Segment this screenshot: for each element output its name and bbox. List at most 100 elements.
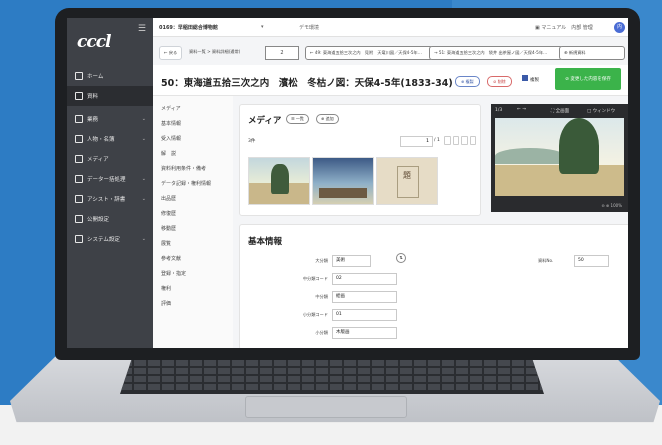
- field-row: 中分類コード: [302, 276, 328, 281]
- media-list-button[interactable]: ☰ 一覧: [286, 114, 309, 124]
- org-dropdown-icon[interactable]: ▾: [261, 24, 264, 30]
- section-link-movement[interactable]: 移動歴: [153, 222, 233, 237]
- field-minor-code[interactable]: 01: [332, 309, 397, 321]
- save-changes-button[interactable]: ⊘ 変更した内容を保存: [555, 68, 621, 90]
- media-count: 3件: [248, 139, 256, 144]
- sidebar-item-operations[interactable]: 業務 ⌄: [67, 109, 153, 129]
- sidebar-item-system[interactable]: システム設定 ⌄: [67, 229, 153, 249]
- sidebar-item-label: ホーム: [87, 74, 104, 80]
- chevron-down-icon: ⌄: [141, 136, 146, 142]
- back-button[interactable]: ← 戻る: [159, 46, 183, 60]
- sidebar-item-publish[interactable]: 公開設定: [67, 209, 153, 229]
- field-middle-category[interactable]: 絵画: [332, 291, 397, 303]
- page-input[interactable]: 1: [400, 136, 433, 147]
- gear-icon: [75, 235, 83, 243]
- record-toolbar: ← 戻る 資料一覧 > 資料詳細(通常) 2 ← 49: 東海道五拾三次之内 見…: [153, 44, 628, 62]
- chevron-down-icon: ⌄: [141, 196, 146, 202]
- chevron-down-icon: ⌄: [141, 176, 146, 182]
- manual-link[interactable]: ▣ マニュアル 内部 管理: [535, 24, 593, 31]
- fullscreen-button[interactable]: ⛶ 全画面: [551, 108, 569, 114]
- dictionary-icon: [75, 195, 83, 203]
- section-link-showings[interactable]: 展覧: [153, 237, 233, 252]
- sidebar-item-label: 資料: [87, 94, 99, 100]
- viewer-image[interactable]: [495, 118, 624, 196]
- section-link-rights2[interactable]: 権利: [153, 282, 233, 297]
- sidebar-item-assist[interactable]: アシスト・辞書 ⌄: [67, 189, 153, 209]
- media-thumbnail[interactable]: [312, 157, 374, 205]
- material-number-field[interactable]: 50: [574, 255, 609, 267]
- section-link-description[interactable]: 解 説: [153, 147, 233, 162]
- media-panel: メディア ☰ 一覧 ⊕ 追加 3件 1 / 1 題: [239, 104, 481, 216]
- material-number-label: 資料No.: [538, 258, 554, 263]
- copy-button[interactable]: ⊕ 複製: [455, 76, 480, 87]
- menu-icon[interactable]: ☰: [138, 24, 146, 34]
- sidebar-item-people[interactable]: 人物・名簿 ⌄: [67, 129, 153, 149]
- section-link-evaluation[interactable]: 評価: [153, 297, 233, 312]
- section-link-rights[interactable]: データ記録・権利情報: [153, 177, 233, 192]
- image-viewer: 1/3 ← → ⛶ 全画面 □ ウィンドウ ⊖ ⊕ 100%: [491, 104, 628, 212]
- record-number-input[interactable]: 2: [265, 46, 299, 60]
- section-nav: メディア 基本情報 受入情報 解 説 資料利用条件・備考 データ記録・権利情報 …: [153, 96, 233, 348]
- field-row: 小分類: [315, 330, 328, 335]
- clipboard-icon: [75, 115, 83, 123]
- sidebar-item-label: データー括処理: [87, 177, 126, 183]
- batch-icon: [75, 175, 83, 183]
- keyboard: [120, 356, 544, 394]
- delete-button[interactable]: ⊘ 削除: [487, 76, 512, 87]
- viewer-nav-arrows[interactable]: ← →: [517, 107, 526, 112]
- sidebar-item-label: 公開設定: [87, 217, 110, 223]
- sidebar-item-label: アシスト・辞書: [87, 197, 126, 203]
- section-link-exhibitions[interactable]: 出品歴: [153, 192, 233, 207]
- viewer-toolbar: 1/3 ← → ⛶ 全画面 □ ウィンドウ: [491, 104, 628, 116]
- top-bar: 0169：早稲田総合博物館 ▾ デモ環境 ▣ マニュアル 内部 管理 内: [153, 18, 628, 37]
- zoom-controls[interactable]: ⊖ ⊕ 100%: [601, 203, 622, 208]
- section-link-references[interactable]: 参考文献: [153, 252, 233, 267]
- record-header: 50：東海道五拾三次之内 濱松 冬枯ノ図：天保4-5年(1833-34) ⊕ 複…: [153, 65, 628, 96]
- field-middle-code[interactable]: 02: [332, 273, 397, 285]
- basic-info-heading: 基本情報: [248, 237, 283, 247]
- prev-record-button[interactable]: ← 49: 東海道五拾三次之内 見附 天竜川図／天保4-5年…: [305, 46, 433, 60]
- sidebar-item-label: メディア: [87, 157, 109, 163]
- people-icon: [75, 135, 83, 143]
- sidebar-item-label: 業務: [87, 117, 99, 123]
- chevron-down-icon: ⌄: [141, 236, 146, 242]
- breadcrumb[interactable]: 資料一覧 > 資料詳細(通常): [185, 46, 244, 58]
- window-button[interactable]: □ ウィンドウ: [587, 108, 615, 114]
- link-icon[interactable]: ⇅: [396, 253, 406, 263]
- section-link-acquisition[interactable]: 受入情報: [153, 132, 233, 147]
- environment-label: デモ環境: [299, 25, 320, 31]
- next-record-button[interactable]: → 51: 東海道五拾三次之内 袋井 出茶屋ノ図／天保4-5年…: [429, 46, 563, 60]
- pagination-controls[interactable]: [444, 136, 476, 145]
- app-logo[interactable]: cccl: [77, 32, 112, 52]
- section-link-usage[interactable]: 資料利用条件・備考: [153, 162, 233, 177]
- viewer-footer: ⊖ ⊕ 100%: [491, 200, 628, 212]
- app-screen: cccl ☰ ホーム 資料 業務 ⌄ 人物・名簿 ⌄ メディア データー括処理 ⌄ ア…: [67, 18, 628, 348]
- sidebar-item-media[interactable]: メディア: [67, 149, 153, 169]
- new-record-button[interactable]: ⊕ 新規資料: [559, 46, 625, 60]
- field-major-category[interactable]: 美術: [332, 255, 371, 267]
- home-icon: [75, 72, 83, 80]
- touchpad: [245, 396, 407, 418]
- sidebar: cccl ☰ ホーム 資料 業務 ⌄ 人物・名簿 ⌄ メディア データー括処理 ⌄ ア…: [67, 18, 153, 348]
- sidebar-item-label: 人物・名簿: [87, 137, 115, 143]
- field-row: 大分類: [315, 258, 328, 263]
- sidebar-item-materials[interactable]: 資料: [67, 86, 153, 106]
- media-thumbnail[interactable]: 題: [376, 157, 438, 205]
- section-link-basic[interactable]: 基本情報: [153, 117, 233, 132]
- sidebar-item-label: システム設定: [87, 237, 120, 243]
- avatar[interactable]: 内: [614, 22, 625, 33]
- sidebar-item-batch[interactable]: データー括処理 ⌄: [67, 169, 153, 189]
- duplicate-button[interactable]: 複製: [522, 75, 539, 83]
- chevron-down-icon: ⌄: [141, 116, 146, 122]
- media-thumbnail[interactable]: [248, 157, 310, 205]
- section-link-media[interactable]: メディア: [153, 102, 233, 117]
- field-row: 中分類: [315, 294, 328, 299]
- media-add-button[interactable]: ⊕ 追加: [316, 114, 339, 124]
- section-link-restoration[interactable]: 修復歴: [153, 207, 233, 222]
- media-heading: メディア: [248, 116, 282, 126]
- sidebar-item-home[interactable]: ホーム: [67, 66, 153, 86]
- field-minor-category[interactable]: 木版画: [332, 327, 397, 339]
- page-total: / 1: [434, 138, 440, 143]
- media-icon: [75, 155, 83, 163]
- section-link-designation[interactable]: 登録・指定: [153, 267, 233, 282]
